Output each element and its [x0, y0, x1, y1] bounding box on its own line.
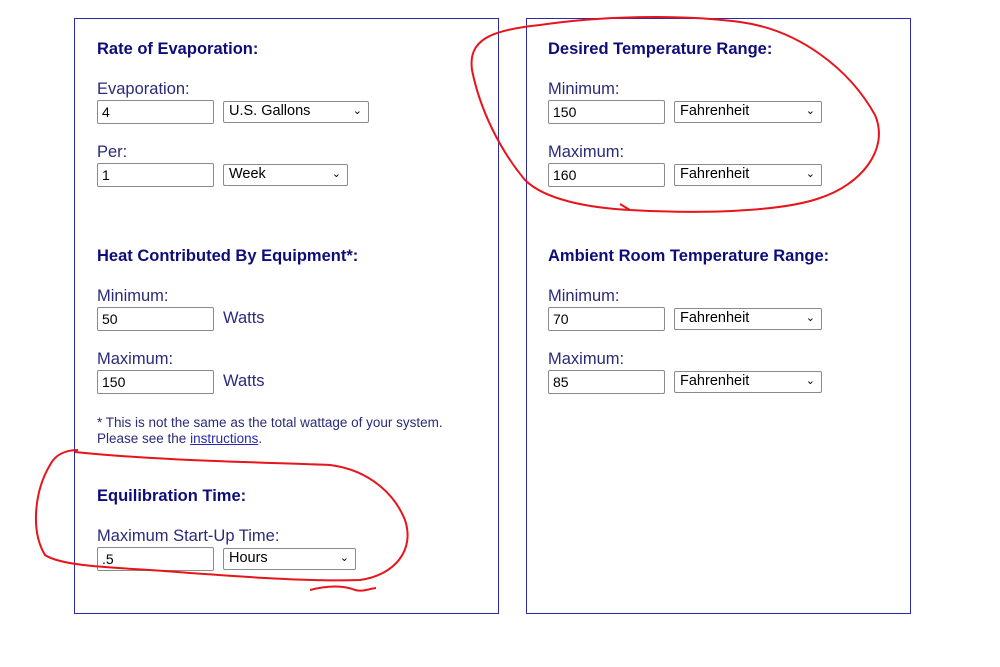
chevron-down-icon: ⌄ [805, 105, 815, 117]
chevron-down-icon: ⌄ [805, 312, 815, 324]
instructions-link[interactable]: instructions [190, 431, 258, 446]
ambient-heading: Ambient Room Temperature Range: [548, 247, 830, 265]
heat-note-line1: * This is not the same as the total watt… [97, 415, 443, 430]
chevron-down-icon: ⌄ [339, 552, 349, 564]
chevron-down-icon: ⌄ [352, 105, 362, 117]
evaporation-label: Evaporation: [97, 80, 190, 98]
evaporation-heading: Rate of Evaporation: [97, 40, 259, 58]
chevron-down-icon: ⌄ [331, 168, 341, 180]
heat-max-input[interactable] [97, 370, 214, 394]
chevron-down-icon: ⌄ [805, 375, 815, 387]
selected-value: U.S. Gallons [229, 103, 311, 119]
desired-max-label: Maximum: [548, 143, 625, 161]
per-label: Per: [97, 143, 128, 161]
desired-max-input[interactable] [548, 163, 665, 187]
evaporation-unit-select[interactable]: U.S. Gallons ⌄ [223, 101, 369, 123]
per-input[interactable] [97, 163, 214, 187]
ambient-min-label: Minimum: [548, 287, 620, 305]
desired-min-unit-select[interactable]: Fahrenheit ⌄ [674, 101, 822, 123]
ambient-min-input[interactable] [548, 307, 665, 331]
per-unit-select[interactable]: Week ⌄ [223, 164, 348, 186]
evaporation-input[interactable] [97, 100, 214, 124]
heat-heading: Heat Contributed By Equipment*: [97, 247, 359, 265]
heat-min-label: Minimum: [97, 287, 169, 305]
selected-value: Fahrenheit [680, 103, 750, 119]
equilibration-heading: Equilibration Time: [97, 487, 247, 505]
ambient-max-unit-select[interactable]: Fahrenheit ⌄ [674, 371, 822, 393]
startup-time-label: Maximum Start-Up Time: [97, 527, 280, 545]
ambient-min-unit-select[interactable]: Fahrenheit ⌄ [674, 308, 822, 330]
note-prefix: Please see the [97, 431, 191, 446]
desired-heading: Desired Temperature Range: [548, 40, 773, 58]
desired-min-input[interactable] [548, 100, 665, 124]
startup-time-input[interactable] [97, 547, 214, 571]
heat-max-label: Maximum: [97, 350, 174, 368]
selected-value: Week [229, 166, 266, 182]
selected-value: Fahrenheit [680, 373, 750, 389]
startup-time-unit-select[interactable]: Hours ⌄ [223, 548, 356, 570]
chevron-down-icon: ⌄ [805, 168, 815, 180]
desired-min-label: Minimum: [548, 80, 620, 98]
heat-min-input[interactable] [97, 307, 214, 331]
heat-min-unit: Watts [223, 309, 265, 327]
heat-max-unit: Watts [223, 372, 265, 390]
selected-value: Hours [229, 550, 268, 566]
heat-note-line2: Please see the instructions. [97, 431, 262, 446]
desired-max-unit-select[interactable]: Fahrenheit ⌄ [674, 164, 822, 186]
ambient-max-label: Maximum: [548, 350, 625, 368]
selected-value: Fahrenheit [680, 310, 750, 326]
selected-value: Fahrenheit [680, 166, 750, 182]
note-suffix: . [258, 431, 263, 446]
ambient-max-input[interactable] [548, 370, 665, 394]
